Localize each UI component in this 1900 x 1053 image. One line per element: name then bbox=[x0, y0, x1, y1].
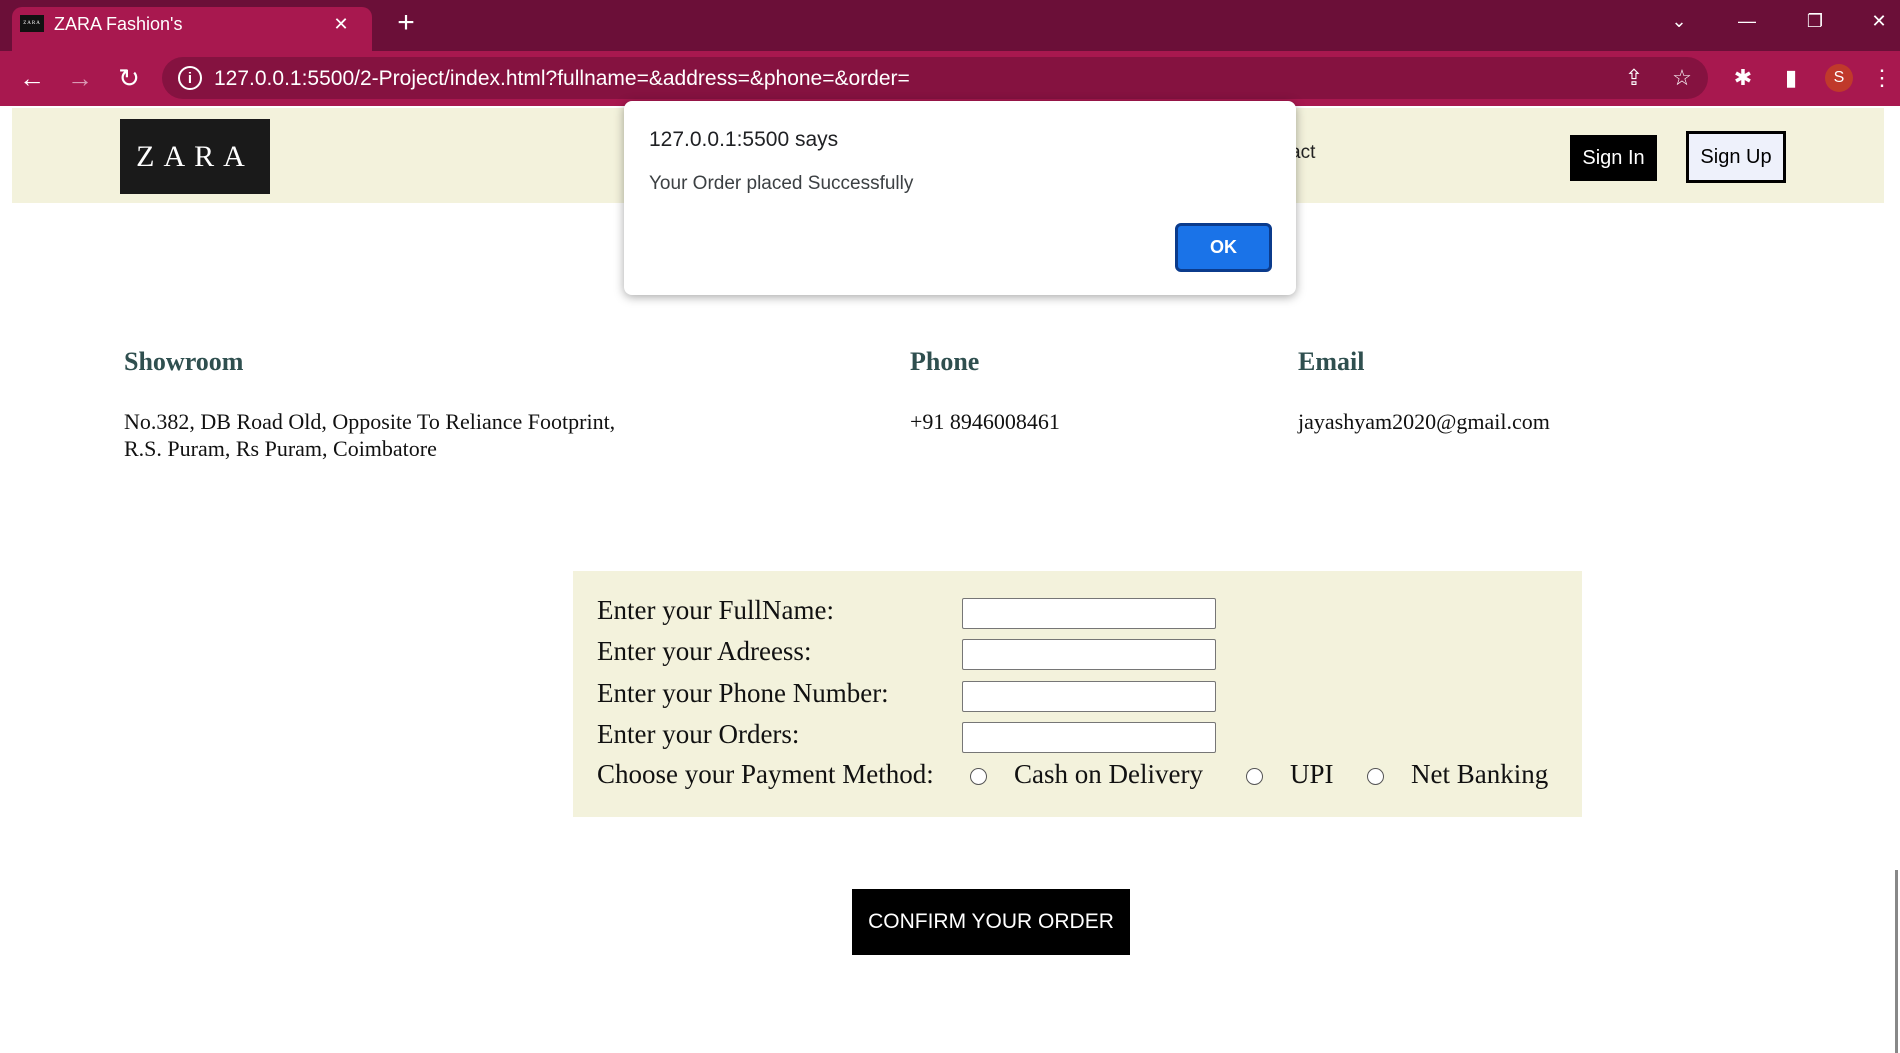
window-close-icon[interactable]: ✕ bbox=[1859, 6, 1899, 36]
profile-avatar[interactable]: S bbox=[1825, 64, 1853, 92]
phone-number-input[interactable] bbox=[962, 681, 1216, 712]
orders-label: Enter your Orders: bbox=[597, 719, 800, 749]
option-upi: UPI bbox=[1290, 759, 1334, 789]
phone-value: +91 8946008461 bbox=[910, 409, 1060, 434]
radio-cash-on-delivery[interactable] bbox=[970, 768, 987, 785]
confirm-order-button[interactable]: CONFIRM YOUR ORDER bbox=[852, 889, 1130, 955]
sign-in-button[interactable]: Sign In bbox=[1570, 135, 1657, 181]
email-heading: Email bbox=[1298, 347, 1365, 376]
showroom-heading: Showroom bbox=[124, 347, 244, 376]
phone-heading: Phone bbox=[910, 347, 980, 376]
orders-input[interactable] bbox=[962, 722, 1216, 753]
tab-close-icon[interactable]: ✕ bbox=[327, 10, 355, 38]
new-tab-icon[interactable]: + bbox=[391, 8, 421, 39]
showroom-address-line1: No.382, DB Road Old, Opposite To Relianc… bbox=[124, 409, 616, 434]
bookmark-star-icon[interactable]: ☆ bbox=[1666, 62, 1698, 94]
dialog-message: Your Order placed Successfully bbox=[649, 173, 914, 194]
forward-arrow-icon[interactable]: → bbox=[62, 60, 98, 96]
dialog-title: 127.0.0.1:5500 says bbox=[649, 128, 839, 151]
fullname-label: Enter your FullName: bbox=[597, 595, 834, 625]
dialog-ok-button[interactable]: OK bbox=[1175, 223, 1272, 272]
tab-title: ZARA Fashion's bbox=[54, 14, 183, 34]
share-icon[interactable]: ⇪ bbox=[1618, 62, 1650, 94]
zara-favicon-icon: ZARA bbox=[20, 15, 44, 32]
browser-menu-icon[interactable]: ⋮ bbox=[1870, 62, 1894, 94]
zara-logo[interactable]: ZARA bbox=[120, 119, 270, 194]
option-net-banking: Net Banking bbox=[1411, 759, 1549, 789]
back-arrow-icon[interactable]: ← bbox=[14, 60, 50, 96]
option-cash-on-delivery: Cash on Delivery bbox=[1014, 759, 1203, 789]
site-info-icon[interactable]: i bbox=[178, 66, 202, 90]
extensions-puzzle-icon[interactable]: ✱ bbox=[1727, 62, 1759, 94]
radio-net-banking[interactable] bbox=[1367, 768, 1384, 785]
payment-method-label: Choose your Payment Method: bbox=[597, 759, 934, 789]
address-input[interactable] bbox=[962, 639, 1216, 670]
email-value: jayashyam2020@gmail.com bbox=[1298, 409, 1550, 434]
side-panel-icon[interactable]: ▮ bbox=[1775, 62, 1807, 94]
fullname-input[interactable] bbox=[962, 598, 1216, 629]
address-label: Enter your Adreess: bbox=[597, 636, 812, 666]
sign-up-button[interactable]: Sign Up bbox=[1686, 131, 1786, 183]
reload-icon[interactable]: ↻ bbox=[111, 60, 147, 96]
minimize-icon[interactable]: — bbox=[1723, 6, 1771, 36]
showroom-address-line2: R.S. Puram, Rs Puram, Coimbatore bbox=[124, 436, 437, 461]
phone-number-label: Enter your Phone Number: bbox=[597, 678, 889, 708]
restore-icon[interactable]: ❐ bbox=[1791, 6, 1839, 36]
page-scrollbar[interactable] bbox=[1895, 870, 1898, 1053]
tab-search-chevron-icon[interactable]: ⌄ bbox=[1655, 6, 1703, 36]
radio-upi[interactable] bbox=[1246, 768, 1263, 785]
url-text[interactable]: 127.0.0.1:5500/2-Project/index.html?full… bbox=[214, 65, 910, 93]
